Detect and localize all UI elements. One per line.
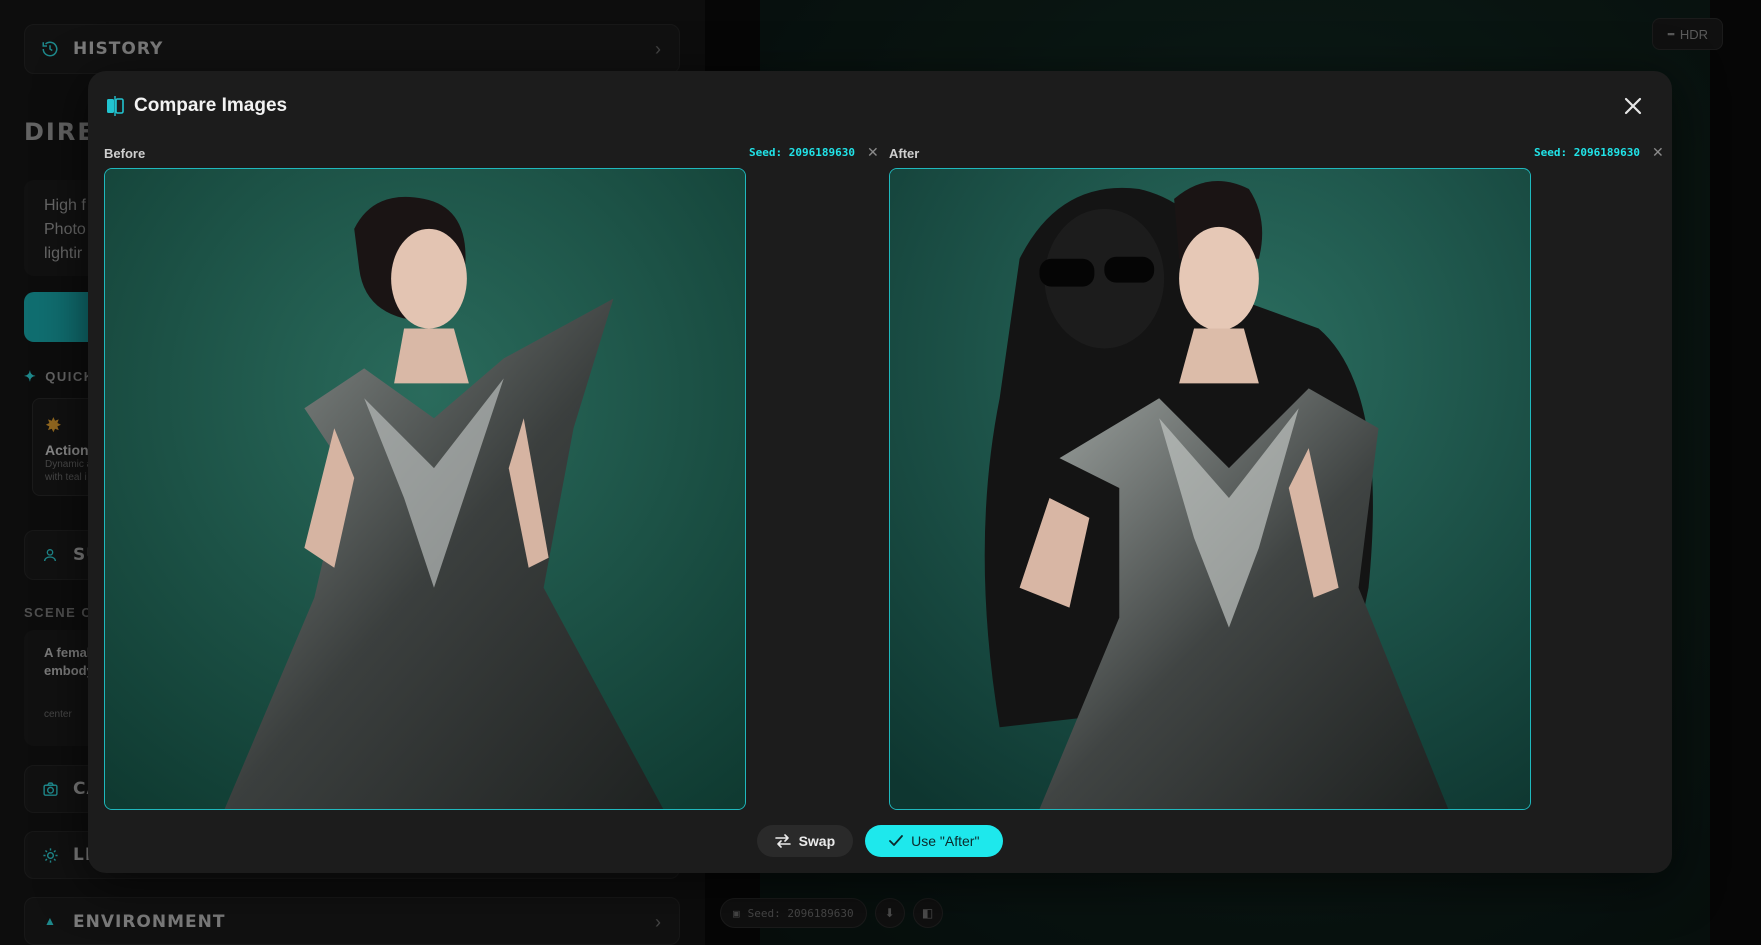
before-image (104, 168, 746, 810)
before-header: Before (104, 143, 145, 163)
after-image (889, 168, 1531, 810)
after-seed: Seed: 2096189630 (1534, 146, 1640, 159)
close-icon (1624, 97, 1642, 115)
swap-button[interactable]: Swap (756, 825, 854, 857)
compare-modal: Compare Images Before Seed: 2096189630 ✕ (88, 71, 1672, 873)
clear-after-button[interactable]: ✕ (1652, 144, 1664, 161)
modal-header: Compare Images (106, 95, 287, 117)
after-label: After (889, 145, 920, 161)
before-label: Before (104, 145, 146, 161)
after-seed-tag: Seed: 2096189630 ✕ (1534, 144, 1664, 161)
swap-label: Swap (798, 833, 836, 849)
clear-before-button[interactable]: ✕ (867, 144, 879, 161)
before-seed: Seed: 2096189630 (749, 146, 855, 159)
use-after-button[interactable]: Use "After" (865, 825, 1004, 857)
compare-icon (107, 96, 124, 116)
before-image-art (105, 169, 745, 809)
close-button[interactable] (1620, 93, 1646, 119)
swap-icon (774, 834, 791, 848)
before-seed-tag: Seed: 2096189630 ✕ (749, 144, 879, 161)
check-icon (889, 835, 904, 846)
after-image-art (890, 169, 1530, 809)
modal-title: Compare Images (134, 95, 288, 116)
use-after-label: Use "After" (911, 833, 980, 849)
modal-actions: Swap Use "After" (88, 825, 1672, 857)
app-root: HISTORY › DIREC High f Photo lightir ✦ Q… (0, 0, 1761, 945)
after-header: After (889, 143, 919, 163)
